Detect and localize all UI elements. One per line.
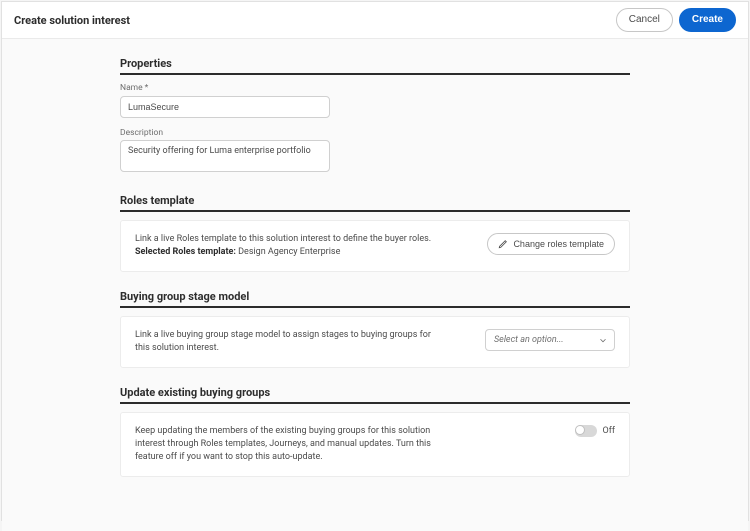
dialog-title: Create solution interest xyxy=(14,14,130,27)
update-groups-card: Keep updating the members of the existin… xyxy=(120,412,630,477)
required-asterisk: * xyxy=(145,83,149,93)
stage-model-card: Link a live buying group stage model to … xyxy=(120,316,630,368)
roles-template-body: Link a live Roles template to this solut… xyxy=(135,234,431,244)
update-groups-toggle-label: Off xyxy=(603,426,615,436)
roles-template-heading: Roles template xyxy=(120,194,630,207)
update-groups-body: Keep updating the members of the existin… xyxy=(135,425,435,464)
roles-template-card: Link a live Roles template to this solut… xyxy=(120,220,630,272)
change-roles-template-button[interactable]: Change roles template xyxy=(487,233,615,255)
cancel-button[interactable]: Cancel xyxy=(616,8,673,32)
description-label: Description xyxy=(120,128,630,138)
pencil-icon xyxy=(498,239,508,249)
section-divider xyxy=(120,306,630,308)
selected-roles-value: Design Agency Enterprise xyxy=(238,247,340,257)
stage-model-body: Link a live buying group stage model to … xyxy=(135,329,435,355)
section-divider xyxy=(120,402,630,404)
toggle-knob xyxy=(575,425,585,435)
description-field-group: Description xyxy=(120,128,630,176)
create-button[interactable]: Create xyxy=(679,8,736,32)
dialog-header: Create solution interest Cancel Create xyxy=(2,2,748,39)
section-divider xyxy=(120,73,630,75)
change-roles-template-label: Change roles template xyxy=(513,239,604,249)
stage-model-select-box[interactable]: Select an option... xyxy=(485,329,615,351)
name-label: Name* xyxy=(120,83,630,93)
name-label-text: Name xyxy=(120,83,143,93)
header-actions: Cancel Create xyxy=(616,8,736,32)
name-input[interactable] xyxy=(120,96,330,118)
section-divider xyxy=(120,210,630,212)
roles-template-text: Link a live Roles template to this solut… xyxy=(135,233,431,259)
update-groups-toggle-wrap: Off xyxy=(575,425,615,437)
properties-heading: Properties xyxy=(120,57,630,70)
name-field-group: Name* xyxy=(120,83,630,118)
update-groups-toggle[interactable] xyxy=(575,425,597,437)
stage-model-heading: Buying group stage model xyxy=(120,290,630,303)
selected-roles-label: Selected Roles template: xyxy=(135,247,236,257)
description-input[interactable] xyxy=(120,140,330,172)
dialog-content: Properties Name* Description Roles templ… xyxy=(2,39,748,531)
update-groups-heading: Update existing buying groups xyxy=(120,386,630,399)
stage-model-select[interactable]: Select an option... xyxy=(485,329,615,351)
